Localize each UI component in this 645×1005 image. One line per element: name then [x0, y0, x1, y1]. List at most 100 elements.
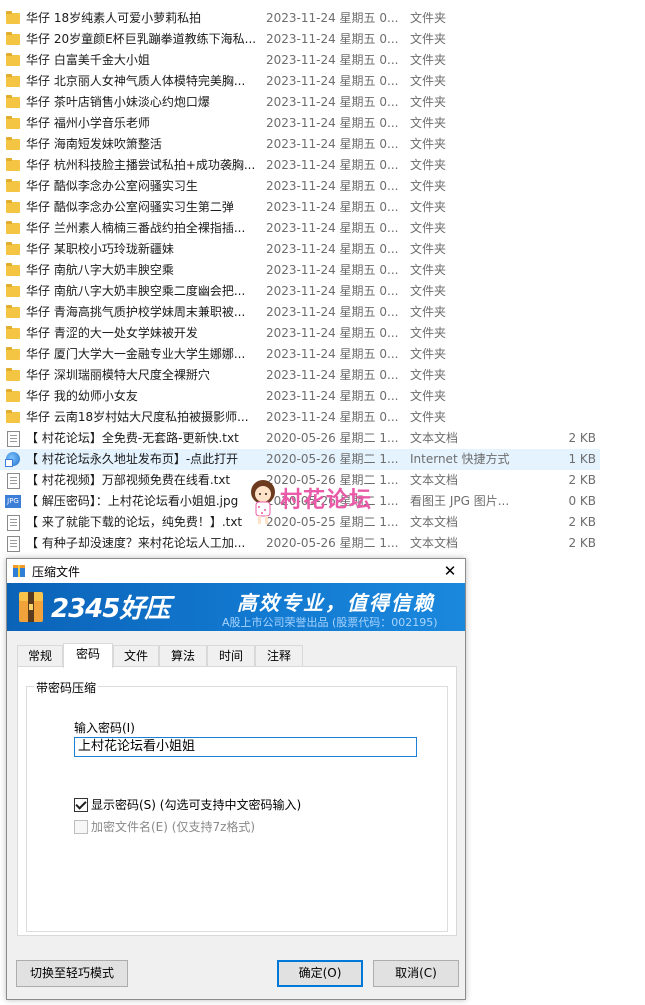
folder-icon-glyph — [6, 347, 20, 360]
file-row[interactable]: 【 来了就能下载的论坛，纯免费！】.txt 2020-05-25 星期二 1...… — [0, 512, 600, 533]
folder-icon-glyph — [6, 53, 20, 66]
file-type: 文件夹 — [410, 263, 447, 277]
folder-icon-glyph — [6, 74, 20, 87]
file-row[interactable]: 【 村花视频】万部视频免费在线看.txt 2020-05-26 星期二 1... 文… — [0, 470, 600, 491]
tab-files[interactable]: 文件 — [113, 645, 159, 667]
file-row[interactable]: 【 有种子却没速度？来村花论坛人工加... 2020-05-26 星期二 1...… — [0, 533, 600, 554]
file-type: 文件夹 — [410, 410, 447, 424]
file-name: 【 解压密码】：上村花论坛看小姐姐.jpg — [26, 494, 239, 508]
file-name: 华仔 云南18岁村姑大尺度私拍被摄影师... — [26, 410, 249, 424]
file-row[interactable]: 华仔 18岁纯素人可爱小萝莉私拍 2023-11-24 星期五 0... 文件夹 — [0, 8, 600, 29]
tab-password[interactable]: 密码 — [63, 643, 113, 668]
cancel-button[interactable]: 取消(C) — [373, 960, 459, 987]
file-type: 文件夹 — [410, 305, 447, 319]
folder-icon — [5, 218, 21, 239]
file-row[interactable]: 华仔 我的幼师小女友 2023-11-24 星期五 0... 文件夹 — [0, 386, 600, 407]
folder-icon-glyph — [6, 221, 20, 234]
banner-slogan: 高效专业，值得信赖 — [237, 591, 435, 615]
banner-subtitle: A股上市公司荣誉出品 (股票代码：002195) — [222, 616, 438, 629]
file-name: 华仔 我的幼师小女友 — [26, 389, 138, 403]
file-row[interactable]: 华仔 兰州素人楠楠三番战约拍全裸指插... 2023-11-24 星期五 0...… — [0, 218, 600, 239]
file-row[interactable]: 【 村花论坛永久地址发布页】-点此打开 2020-05-26 星期二 1... In… — [0, 449, 600, 470]
file-row[interactable]: 华仔 福州小学音乐老师 2023-11-24 星期五 0... 文件夹 — [0, 113, 600, 134]
file-type: 文件夹 — [410, 116, 447, 130]
folder-icon — [5, 29, 21, 50]
folder-icon-glyph — [6, 410, 20, 423]
file-row[interactable]: 华仔 深圳瑞丽模特大尺度全裸掰穴 2023-11-24 星期五 0... 文件夹 — [0, 365, 600, 386]
file-type: 文本文档 — [410, 473, 459, 487]
tab-time[interactable]: 时间 — [207, 645, 255, 667]
folder-icon-glyph — [6, 389, 20, 402]
folder-icon — [5, 386, 21, 407]
folder-icon-glyph — [6, 158, 20, 171]
lite-mode-button[interactable]: 切换至轻巧模式 — [16, 960, 128, 987]
file-row[interactable]: 华仔 北京丽人女神气质人体模特完美胸... 2023-11-24 星期五 0...… — [0, 71, 600, 92]
file-date: 2020-05-26 星期二 1... — [266, 431, 399, 445]
file-name: 华仔 南航八字大奶丰腴空乘 — [26, 263, 174, 277]
file-name: 华仔 杭州科技脸主播尝试私拍+成功袭胸... — [26, 158, 256, 172]
file-date: 2020-05-25 星期二 1... — [266, 515, 399, 529]
file-row[interactable]: 华仔 厦门大学大一金融专业大学生娜娜... 2023-11-24 星期五 0...… — [0, 344, 600, 365]
file-name: 华仔 南航八字大奶丰腴空乘二度幽会把... — [26, 284, 246, 298]
folder-icon — [5, 323, 21, 344]
file-name: 华仔 兰州素人楠楠三番战约拍全裸指插... — [26, 221, 246, 235]
folder-icon — [5, 8, 21, 29]
file-name: 【 村花论坛】全免费-无套路-更新快.txt — [26, 431, 239, 445]
folder-icon — [5, 365, 21, 386]
text-file-icon-glyph — [7, 536, 20, 552]
file-row[interactable]: 华仔 南航八字大奶丰腴空乘 2023-11-24 星期五 0... 文件夹 — [0, 260, 600, 281]
file-row[interactable]: 华仔 云南18岁村姑大尺度私拍被摄影师... 2023-11-24 星期五 0..… — [0, 407, 600, 428]
file-row[interactable]: 华仔 某职校小巧玲珑新疆妹 2023-11-24 星期五 0... 文件夹 — [0, 239, 600, 260]
text-file-icon — [5, 470, 21, 491]
file-name: 华仔 福州小学音乐老师 — [26, 116, 150, 130]
brand-banner: 2345好压 高效专业，值得信赖 A股上市公司荣誉出品 (股票代码：002195… — [7, 583, 465, 631]
file-size: 0 KB — [568, 494, 596, 508]
file-row[interactable]: 华仔 青海高挑气质护校学妹周末兼职被... 2023-11-24 星期五 0...… — [0, 302, 600, 323]
file-type: 文件夹 — [410, 137, 447, 151]
file-type: 文件夹 — [410, 326, 447, 340]
file-row[interactable]: 华仔 杭州科技脸主播尝试私拍+成功袭胸... 2023-11-24 星期五 0..… — [0, 155, 600, 176]
folder-icon-glyph — [6, 11, 20, 24]
file-name: 华仔 青涩的大一处女学妹被开发 — [26, 326, 198, 340]
file-row[interactable]: 华仔 酷似李念办公室闷骚实习生第二弹 2023-11-24 星期五 0... 文件夹 — [0, 197, 600, 218]
file-row[interactable]: 华仔 20岁童颜E杯巨乳蹦拳道教练下海私... 2023-11-24 星期五 0.… — [0, 29, 600, 50]
folder-icon — [5, 92, 21, 113]
file-date: 2023-11-24 星期五 0... — [266, 368, 399, 382]
file-type: 文件夹 — [410, 74, 447, 88]
file-row[interactable]: 华仔 白富美千金大小姐 2023-11-24 星期五 0... 文件夹 — [0, 50, 600, 71]
file-type: 文件夹 — [410, 32, 447, 46]
file-name: 【 来了就能下载的论坛，纯免费！】.txt — [26, 515, 243, 529]
file-row[interactable]: 华仔 南航八字大奶丰腴空乘二度幽会把... 2023-11-24 星期五 0...… — [0, 281, 600, 302]
file-row[interactable]: 华仔 酷似李念办公室闷骚实习生 2023-11-24 星期五 0... 文件夹 — [0, 176, 600, 197]
file-date: 2023-11-24 星期五 0... — [266, 116, 399, 130]
folder-icon — [5, 281, 21, 302]
compress-dialog: 压缩文件 ✕ 2345好压 高效专业，值得信赖 A股上市公司荣誉出品 (股票代码… — [6, 558, 466, 1000]
show-password-checkbox[interactable] — [74, 798, 88, 812]
folder-icon-glyph — [6, 179, 20, 192]
tab-strip: 常规 密码 文件 算法 时间 注释 — [17, 643, 453, 668]
file-row[interactable]: JPG 【 解压密码】：上村花论坛看小姐姐.jpg 2020-05-26 星期二 1… — [0, 491, 600, 512]
password-input[interactable]: 上村花论坛看小姐姐 — [74, 737, 417, 757]
close-button[interactable]: ✕ — [435, 559, 465, 583]
encrypt-filenames-label: 加密文件名(E) (仅支持7z格式) — [91, 820, 256, 834]
folder-icon — [5, 260, 21, 281]
dialog-titlebar[interactable]: 压缩文件 ✕ — [7, 559, 465, 583]
file-row[interactable]: 华仔 青涩的大一处女学妹被开发 2023-11-24 星期五 0... 文件夹 — [0, 323, 600, 344]
file-name: 华仔 青海高挑气质护校学妹周末兼职被... — [26, 305, 246, 319]
folder-icon — [5, 407, 21, 428]
archive-app-icon — [13, 565, 25, 577]
file-row[interactable]: 【 村花论坛】全免费-无套路-更新快.txt 2020-05-26 星期二 1..… — [0, 428, 600, 449]
tab-comment[interactable]: 注释 — [255, 645, 303, 667]
tab-algorithm[interactable]: 算法 — [159, 645, 207, 667]
file-row[interactable]: 华仔 茶叶店销售小妹淡心约炮口爆 2023-11-24 星期五 0... 文件夹 — [0, 92, 600, 113]
file-row[interactable]: 华仔 海南短发妹吹箫整活 2023-11-24 星期五 0... 文件夹 — [0, 134, 600, 155]
tab-general[interactable]: 常规 — [17, 645, 63, 667]
folder-icon — [5, 239, 21, 260]
text-file-icon — [5, 533, 21, 554]
file-name: 【 村花论坛永久地址发布页】-点此打开 — [26, 452, 239, 466]
dialog-title: 压缩文件 — [32, 565, 81, 579]
file-type: 看图王 JPG 图片... — [410, 494, 510, 508]
file-date: 2023-11-24 星期五 0... — [266, 137, 399, 151]
ok-button[interactable]: 确定(O) — [277, 960, 363, 987]
file-size: 2 KB — [568, 431, 596, 445]
